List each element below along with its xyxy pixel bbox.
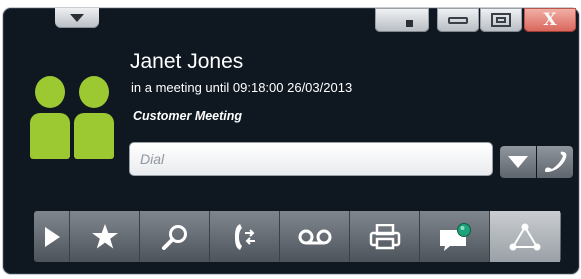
- toolbar-search-button[interactable]: [140, 211, 210, 262]
- voicemail-icon: [298, 229, 331, 244]
- call-button[interactable]: [537, 146, 573, 178]
- phone-transfer-icon: [234, 223, 255, 250]
- contact-name: Janet Jones: [130, 50, 244, 73]
- phone-handset-icon: [545, 151, 567, 172]
- play-icon: [44, 226, 60, 247]
- chat-presence-icon: [439, 222, 471, 251]
- fax-icon: [369, 223, 400, 249]
- meeting-subject: Customer Meeting: [133, 109, 243, 123]
- maximize-icon: [491, 13, 511, 27]
- chevron-down-icon: [508, 156, 528, 168]
- close-button[interactable]: X: [524, 8, 576, 32]
- dial-options-button[interactable]: [500, 146, 536, 178]
- toolbar-fax-button[interactable]: [350, 211, 420, 262]
- dial-field[interactable]: [129, 142, 493, 176]
- minimize-icon: [448, 16, 468, 24]
- toolbar-transfer-button[interactable]: [210, 211, 280, 262]
- star-icon: [91, 224, 118, 249]
- toolbar-favorites-button[interactable]: [70, 211, 140, 262]
- contact-window: X Janet Jones in a meeting until 09:18:0…: [3, 8, 579, 274]
- action-toolbar: [34, 211, 561, 262]
- person-icon: [74, 76, 114, 159]
- minimize-button[interactable]: [437, 8, 479, 32]
- toolbar-chat-button[interactable]: [420, 211, 490, 262]
- presence-status: in a meeting until 09:18:00 26/03/2013: [131, 80, 353, 95]
- chevron-down-icon: [70, 14, 84, 22]
- toolbar-voicemail-button[interactable]: [280, 211, 350, 262]
- collapse-button[interactable]: [55, 8, 99, 28]
- pin-button[interactable]: [375, 8, 429, 32]
- toolbar-network-button[interactable]: [490, 211, 560, 262]
- person-icon: [30, 76, 70, 159]
- network-icon: [509, 223, 541, 250]
- contact-avatar: [30, 72, 116, 160]
- toolbar-play-button[interactable]: [34, 211, 70, 262]
- close-icon: X: [543, 10, 557, 30]
- pin-icon: [405, 19, 413, 27]
- maximize-button[interactable]: [480, 8, 522, 32]
- search-icon: [161, 224, 187, 250]
- dial-input[interactable]: [138, 150, 492, 168]
